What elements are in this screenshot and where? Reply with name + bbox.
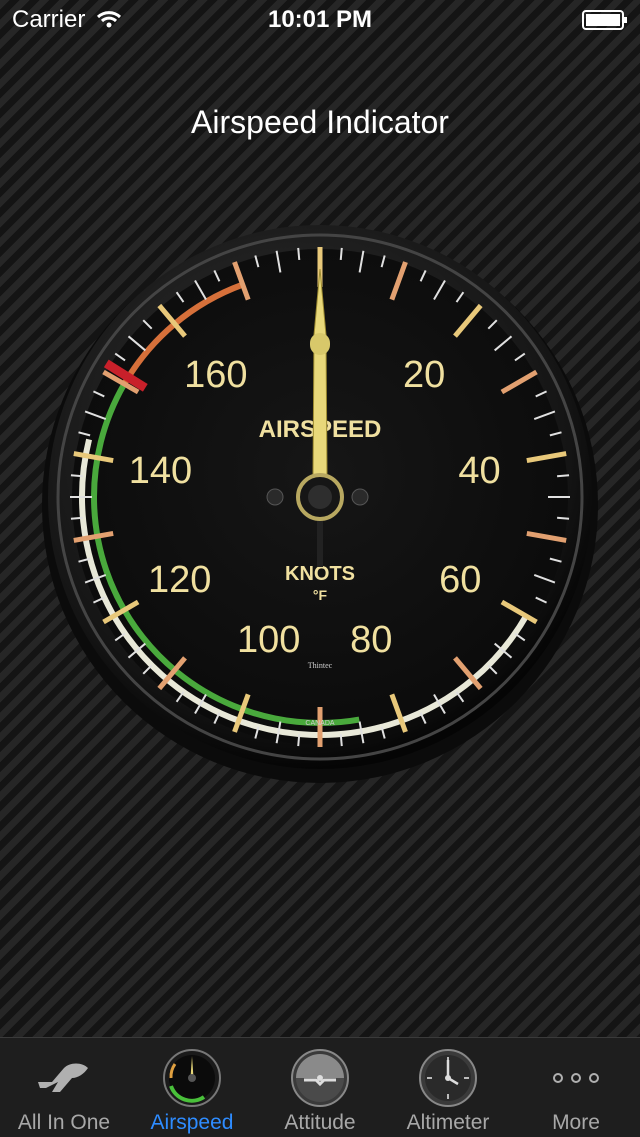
- gauge-origin: CANADA: [305, 720, 335, 727]
- dial-tick: [557, 474, 570, 478]
- dial-tick: [339, 734, 343, 747]
- dial-tick: [70, 474, 83, 478]
- tab-label-attitude: Attitude: [284, 1111, 356, 1134]
- dial-numeral: 60: [439, 559, 481, 601]
- dial-tick: [70, 516, 83, 520]
- airspeed-gauge-icon: [163, 1049, 221, 1107]
- tab-airspeed[interactable]: Airspeed: [128, 1038, 256, 1137]
- dial-tick: [297, 734, 301, 747]
- tab-label-airspeed: Airspeed: [150, 1111, 234, 1134]
- tab-label-altimeter: Altimeter: [406, 1111, 490, 1134]
- dial-numeral: 80: [350, 619, 392, 661]
- gauge-units-sub: °F: [313, 587, 328, 603]
- dial-numeral: 160: [184, 354, 247, 396]
- tab-all-in-one[interactable]: All In One: [0, 1038, 128, 1137]
- gauge-screw-left: [266, 488, 284, 506]
- status-bar: Carrier 10:01 PM: [0, 0, 640, 40]
- airplane-icon: [38, 1063, 88, 1092]
- dial-numeral: 100: [237, 619, 300, 661]
- airspeed-gauge: 20406080100120140160 AIRSPEED KNOTS °F T…: [42, 225, 598, 783]
- tab-attitude[interactable]: Attitude: [256, 1038, 384, 1137]
- dial-numeral: 120: [148, 559, 211, 601]
- tab-label-more: More: [552, 1111, 600, 1134]
- page-title: Airspeed Indicator: [191, 104, 449, 140]
- gauge-screw-right: [351, 488, 369, 506]
- dial-numeral: 20: [403, 354, 445, 396]
- dial-tick: [339, 247, 343, 260]
- dial-tick: [557, 516, 570, 520]
- tab-altimeter[interactable]: Altimeter: [384, 1038, 512, 1137]
- battery-icon: [582, 10, 627, 30]
- tab-bar: All In One Airspeed Attitude Altimeter M…: [0, 1037, 640, 1137]
- dial-numeral: 40: [458, 450, 500, 492]
- status-time: 10:01 PM: [267, 6, 373, 33]
- gauge-brand: Thintec: [308, 661, 333, 670]
- dial-numeral: 140: [129, 450, 192, 492]
- tab-label-all-in-one: All In One: [17, 1111, 111, 1134]
- altimeter-gauge-icon: [419, 1049, 477, 1107]
- more-icon: [553, 1073, 599, 1083]
- tab-more[interactable]: More: [512, 1038, 640, 1137]
- attitude-gauge-icon: [291, 1049, 349, 1107]
- dial-tick: [297, 247, 301, 260]
